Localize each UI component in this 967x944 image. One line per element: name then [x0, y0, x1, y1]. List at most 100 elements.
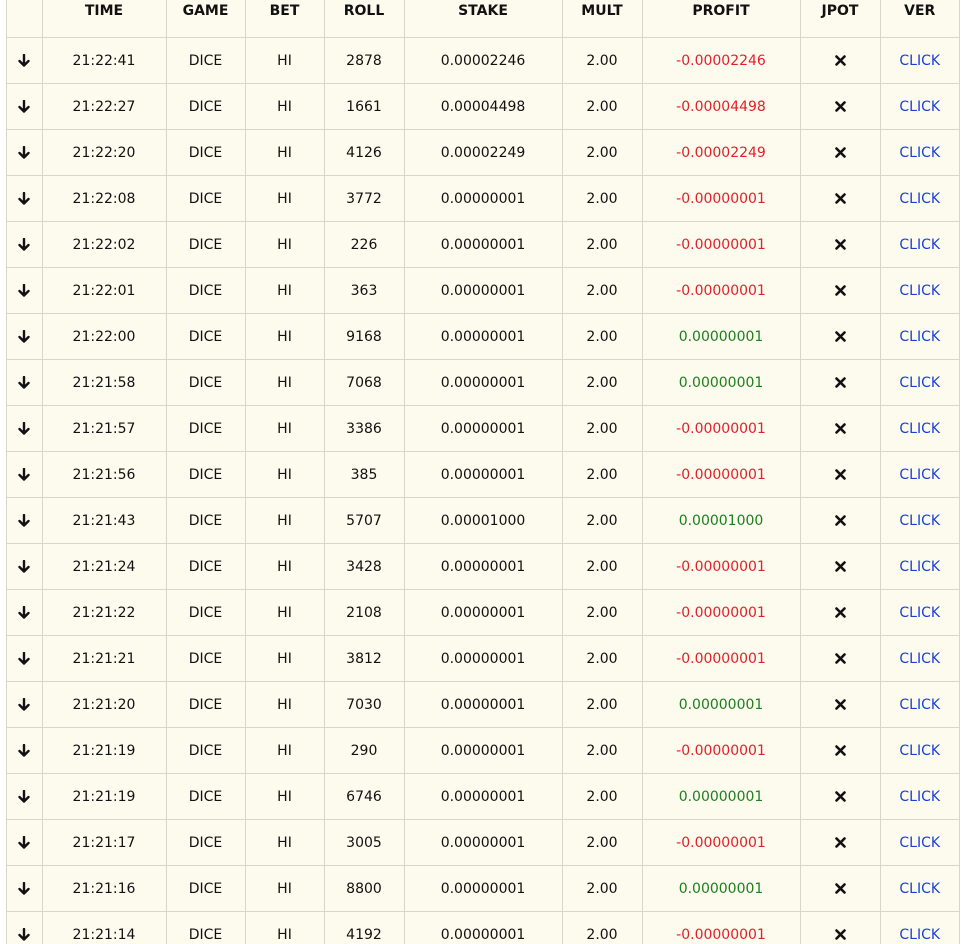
row-expand-cell[interactable]	[7, 589, 43, 636]
row-expand-cell[interactable]	[7, 129, 43, 176]
row-expand-cell[interactable]	[7, 911, 43, 944]
row-expand-cell[interactable]	[7, 865, 43, 912]
verify-link[interactable]: CLICK	[899, 237, 940, 253]
row-expand-cell[interactable]	[7, 313, 43, 360]
row-expand-cell[interactable]	[7, 819, 43, 866]
verify-link[interactable]: CLICK	[899, 881, 940, 897]
verify-link[interactable]: CLICK	[899, 651, 940, 667]
game-cell: DICE	[165, 727, 246, 774]
table-row: 21:21:24 DICE HI 3428 0.00000001 2.00 -0…	[7, 543, 959, 590]
verify-link[interactable]: CLICK	[899, 927, 940, 943]
ver-cell: CLICK	[879, 313, 959, 360]
arrow-down-icon[interactable]	[17, 191, 31, 206]
row-expand-cell[interactable]	[7, 267, 43, 314]
arrow-down-icon[interactable]	[17, 697, 31, 712]
verify-link[interactable]: CLICK	[899, 99, 940, 115]
verify-link[interactable]: CLICK	[899, 283, 940, 299]
row-expand-cell[interactable]	[7, 451, 43, 498]
time-cell: 21:21:57	[41, 405, 167, 452]
row-expand-cell[interactable]	[7, 681, 43, 728]
arrow-down-icon[interactable]	[17, 605, 31, 620]
profit-cell: -0.00002249	[641, 129, 801, 176]
cross-icon	[834, 147, 846, 158]
bet-cell: HI	[244, 83, 325, 130]
verify-link[interactable]: CLICK	[899, 835, 940, 851]
arrow-down-icon[interactable]	[17, 53, 31, 68]
row-expand-cell[interactable]	[7, 635, 43, 682]
bet-cell: HI	[244, 129, 325, 176]
arrow-down-icon[interactable]	[17, 421, 31, 436]
stake-cell: 0.00000001	[403, 267, 563, 314]
arrow-down-icon[interactable]	[17, 789, 31, 804]
table-row: 21:21:21 DICE HI 3812 0.00000001 2.00 -0…	[7, 635, 959, 682]
time-cell: 21:22:02	[41, 221, 167, 268]
roll-cell: 4126	[323, 129, 405, 176]
arrow-down-icon[interactable]	[17, 651, 31, 666]
arrow-down-icon[interactable]	[17, 99, 31, 114]
verify-link[interactable]: CLICK	[899, 329, 940, 345]
row-expand-cell[interactable]	[7, 497, 43, 544]
bet-cell: HI	[244, 773, 325, 820]
bet-history-table: TIME GAME BET ROLL STAKE MULT PROFIT JPO…	[7, 0, 959, 944]
cross-icon	[834, 561, 846, 572]
verify-link[interactable]: CLICK	[899, 191, 940, 207]
mult-cell: 2.00	[561, 589, 643, 636]
table-row: 21:21:57 DICE HI 3386 0.00000001 2.00 -0…	[7, 405, 959, 452]
time-cell: 21:21:22	[41, 589, 167, 636]
arrow-down-icon[interactable]	[17, 743, 31, 758]
table-header: TIME GAME BET ROLL STAKE MULT PROFIT JPO…	[7, 0, 959, 38]
cross-icon	[834, 331, 846, 342]
arrow-down-icon[interactable]	[17, 237, 31, 252]
verify-link[interactable]: CLICK	[899, 421, 940, 437]
jpot-cell	[799, 911, 881, 944]
column-header-stake: STAKE	[403, 0, 563, 38]
verify-link[interactable]: CLICK	[899, 789, 940, 805]
verify-link[interactable]: CLICK	[899, 559, 940, 575]
row-expand-cell[interactable]	[7, 83, 43, 130]
verify-link[interactable]: CLICK	[899, 743, 940, 759]
table-row: 21:21:17 DICE HI 3005 0.00000001 2.00 -0…	[7, 819, 959, 866]
jpot-cell	[799, 543, 881, 590]
arrow-down-icon[interactable]	[17, 559, 31, 574]
row-expand-cell[interactable]	[7, 773, 43, 820]
bet-cell: HI	[244, 451, 325, 498]
stake-cell: 0.00001000	[403, 497, 563, 544]
arrow-down-icon[interactable]	[17, 513, 31, 528]
arrow-down-icon[interactable]	[17, 145, 31, 160]
verify-link[interactable]: CLICK	[899, 467, 940, 483]
stake-cell: 0.00004498	[403, 83, 563, 130]
verify-link[interactable]: CLICK	[899, 145, 940, 161]
row-expand-cell[interactable]	[7, 543, 43, 590]
row-expand-cell[interactable]	[7, 221, 43, 268]
row-expand-cell[interactable]	[7, 37, 43, 84]
arrow-down-icon[interactable]	[17, 881, 31, 896]
verify-link[interactable]: CLICK	[899, 697, 940, 713]
roll-cell: 3772	[323, 175, 405, 222]
stake-cell: 0.00000001	[403, 175, 563, 222]
row-expand-cell[interactable]	[7, 727, 43, 774]
table-row: 21:21:19 DICE HI 290 0.00000001 2.00 -0.…	[7, 727, 959, 774]
roll-cell: 290	[323, 727, 405, 774]
cross-icon	[834, 883, 846, 894]
verify-link[interactable]: CLICK	[899, 375, 940, 391]
cross-icon	[834, 469, 846, 480]
row-expand-cell[interactable]	[7, 405, 43, 452]
game-cell: DICE	[165, 819, 246, 866]
arrow-down-icon[interactable]	[17, 467, 31, 482]
time-cell: 21:22:41	[41, 37, 167, 84]
arrow-down-icon[interactable]	[17, 927, 31, 942]
arrow-down-icon[interactable]	[17, 283, 31, 298]
mult-cell: 2.00	[561, 497, 643, 544]
time-cell: 21:22:20	[41, 129, 167, 176]
mult-cell: 2.00	[561, 83, 643, 130]
arrow-down-icon[interactable]	[17, 329, 31, 344]
arrow-down-icon[interactable]	[17, 375, 31, 390]
arrow-down-icon[interactable]	[17, 835, 31, 850]
verify-link[interactable]: CLICK	[899, 53, 940, 69]
row-expand-cell[interactable]	[7, 359, 43, 406]
verify-link[interactable]: CLICK	[899, 513, 940, 529]
row-expand-cell[interactable]	[7, 175, 43, 222]
verify-link[interactable]: CLICK	[899, 605, 940, 621]
jpot-cell	[799, 175, 881, 222]
cross-icon	[834, 653, 846, 664]
